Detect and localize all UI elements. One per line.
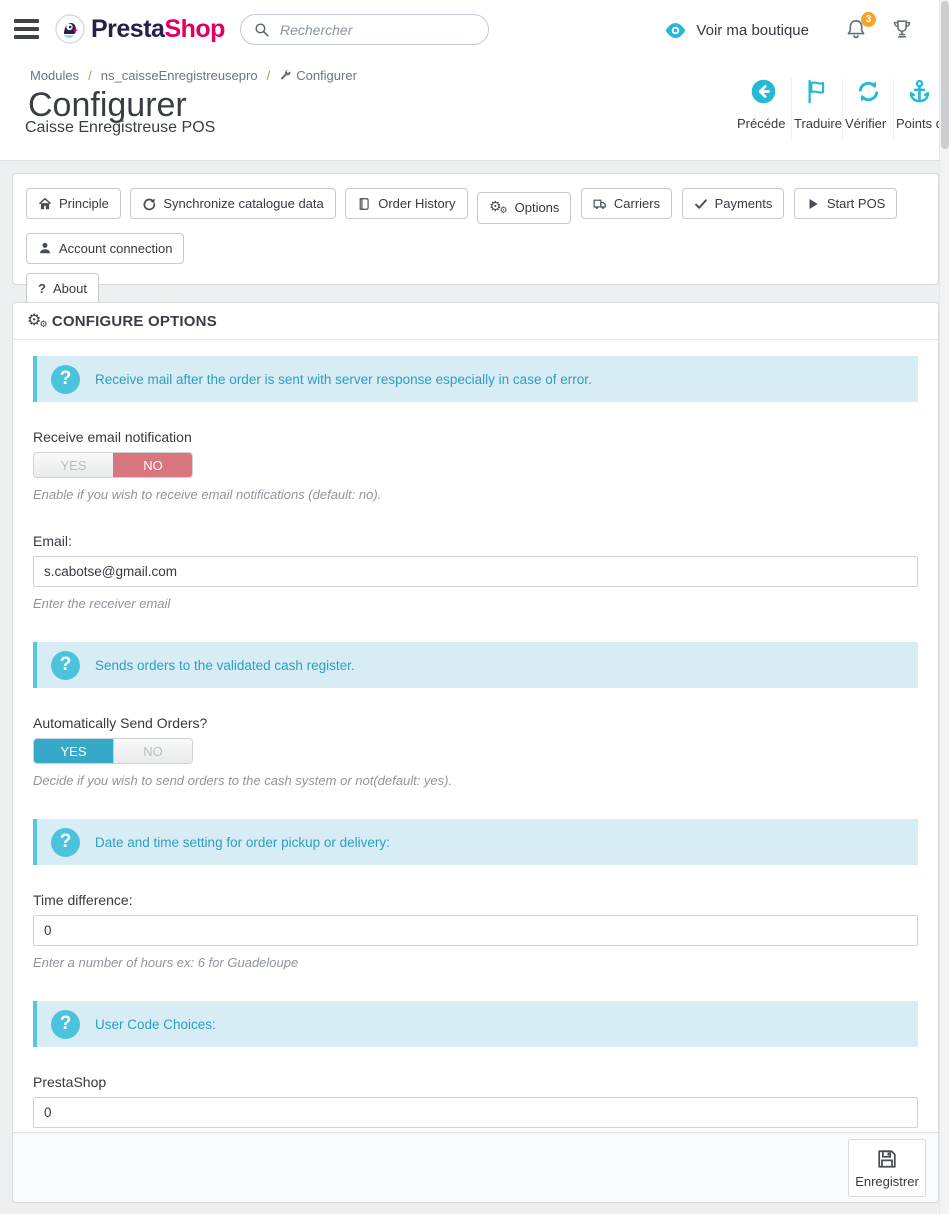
- view-shop-label: Voir ma boutique: [696, 22, 809, 39]
- info-alert-datetime: ? Date and time setting for order pickup…: [33, 819, 918, 865]
- help-text: Enter the receiver email: [33, 596, 918, 611]
- save-button-label: Enregistrer: [855, 1174, 919, 1189]
- time-difference-input[interactable]: [33, 915, 918, 946]
- email-input[interactable]: [33, 556, 918, 587]
- flag-icon: [804, 78, 831, 105]
- user-code-input[interactable]: [33, 1097, 918, 1128]
- tab-account-connection[interactable]: Account connection: [26, 233, 184, 264]
- help-text: Enter a number of hours ex: 6 for Guadel…: [33, 955, 918, 970]
- question-circle-icon: ?: [51, 651, 80, 680]
- email-notification-group: Receive email notification YES NO Enable…: [33, 429, 918, 502]
- user-code-label: PrestaShop: [33, 1074, 918, 1090]
- notifications-button[interactable]: 3: [845, 17, 869, 43]
- global-search: [240, 14, 489, 45]
- help-text: Enable if you wish to receive email noti…: [33, 487, 918, 502]
- page-title: Configurer: [28, 88, 187, 122]
- tab-about[interactable]: ? About: [26, 273, 99, 304]
- breadcrumb: Modules / ns_caisseEnregistreusepro / Co…: [30, 68, 357, 83]
- panel-header: ⚙ CONFIGURE OPTIONS: [13, 303, 938, 340]
- scrollbar-thumb[interactable]: [941, 1, 949, 149]
- page-actions: Précéde Traduire Vérifier: [735, 78, 939, 142]
- truck-icon: [593, 197, 607, 211]
- breadcrumb-module-name[interactable]: ns_caisseEnregistreusepro: [101, 68, 258, 83]
- panel-footer: Enregistrer: [13, 1132, 938, 1202]
- view-shop-link[interactable]: Voir ma boutique: [664, 22, 809, 39]
- previous-page-button[interactable]: Précéde: [735, 78, 791, 142]
- tab-options[interactable]: ⚙ Options: [477, 192, 571, 224]
- time-difference-label: Time difference:: [33, 892, 918, 908]
- auto-send-orders-label: Automatically Send Orders?: [33, 715, 918, 731]
- question-circle-icon: ?: [51, 828, 80, 857]
- play-icon: [806, 197, 820, 211]
- question-circle-icon: ?: [51, 365, 80, 394]
- page-subtitle: Caisse Enregistreuse POS: [25, 119, 215, 137]
- tab-synchronize-catalogue[interactable]: Synchronize catalogue data: [130, 188, 335, 219]
- points-of-sale-button[interactable]: Points d: [893, 78, 939, 142]
- breadcrumb-separator: /: [267, 68, 271, 83]
- wrench-icon: [279, 69, 292, 82]
- save-button[interactable]: Enregistrer: [848, 1139, 926, 1197]
- info-alert-usercode: ? User Code Choices:: [33, 1001, 918, 1047]
- achievements-button[interactable]: [891, 17, 915, 43]
- refresh-icon: [855, 78, 882, 105]
- scrollbar[interactable]: [939, 0, 949, 1214]
- tab-payments[interactable]: Payments: [682, 188, 785, 219]
- eye-icon: [664, 22, 687, 39]
- hamburger-icon: [14, 19, 39, 23]
- content-area: Principle Synchronize catalogue data Ord…: [0, 161, 949, 1214]
- question-icon: ?: [38, 281, 46, 296]
- help-text: Decide if you wish to send orders to the…: [33, 773, 918, 788]
- search-input[interactable]: [280, 22, 476, 38]
- toggle-yes-option[interactable]: YES: [34, 739, 113, 763]
- toggle-yes-option[interactable]: YES: [34, 453, 113, 477]
- prestashop-admin-page: PrestaShop Voir ma boutique: [0, 0, 949, 1214]
- home-icon: [38, 197, 52, 211]
- sync-icon: [142, 197, 156, 211]
- email-label: Email:: [33, 533, 918, 549]
- notification-badge: 3: [861, 12, 876, 27]
- menu-toggle-button[interactable]: [14, 19, 48, 43]
- book-icon: [357, 197, 371, 211]
- floppy-disk-icon: [876, 1148, 898, 1170]
- person-icon: [38, 241, 52, 255]
- top-bar: PrestaShop Voir ma boutique: [0, 0, 939, 60]
- prestashop-bird-icon: [55, 14, 85, 44]
- trophy-icon: [891, 17, 913, 41]
- tab-principle[interactable]: Principle: [26, 188, 121, 219]
- panel-body: ? Receive mail after the order is sent w…: [13, 340, 938, 1152]
- email-notification-label: Receive email notification: [33, 429, 918, 445]
- toggle-no-option[interactable]: NO: [113, 453, 192, 477]
- breadcrumb-current: Configurer: [279, 68, 357, 83]
- time-difference-group: Time difference: Enter a number of hours…: [33, 892, 918, 970]
- email-notification-toggle: YES NO: [33, 452, 193, 478]
- panel-title: CONFIGURE OPTIONS: [52, 313, 217, 330]
- tab-order-history[interactable]: Order History: [345, 188, 467, 219]
- question-circle-icon: ?: [51, 1010, 80, 1039]
- tab-carriers[interactable]: Carriers: [581, 188, 672, 219]
- info-alert-mail: ? Receive mail after the order is sent w…: [33, 356, 918, 402]
- breadcrumb-modules[interactable]: Modules: [30, 68, 79, 83]
- configure-options-panel: ⚙ CONFIGURE OPTIONS ? Receive mail after…: [12, 302, 939, 1203]
- search-icon[interactable]: [253, 21, 270, 38]
- translate-button[interactable]: Traduire: [791, 78, 842, 142]
- tab-start-pos[interactable]: Start POS: [794, 188, 898, 219]
- auto-send-orders-toggle: YES NO: [33, 738, 193, 764]
- toggle-no-option[interactable]: NO: [113, 739, 192, 763]
- email-field-group: Email: Enter the receiver email: [33, 533, 918, 611]
- breadcrumb-separator: /: [88, 68, 92, 83]
- logo-text: PrestaShop: [91, 15, 225, 44]
- back-circle-icon: [750, 78, 777, 105]
- check-updates-button[interactable]: Vérifier: [842, 78, 893, 142]
- gears-icon: ⚙: [489, 200, 508, 216]
- anchor-icon: [906, 78, 933, 105]
- page-header: Modules / ns_caisseEnregistreusepro / Co…: [0, 60, 939, 161]
- auto-send-orders-group: Automatically Send Orders? YES NO Decide…: [33, 715, 918, 788]
- info-alert-orders: ? Sends orders to the validated cash reg…: [33, 642, 918, 688]
- check-icon: [694, 197, 708, 211]
- topbar-right: Voir ma boutique 3: [664, 0, 915, 60]
- prestashop-logo[interactable]: PrestaShop: [55, 14, 225, 44]
- module-tabs-panel: Principle Synchronize catalogue data Ord…: [12, 173, 939, 285]
- gears-icon: ⚙: [27, 312, 48, 330]
